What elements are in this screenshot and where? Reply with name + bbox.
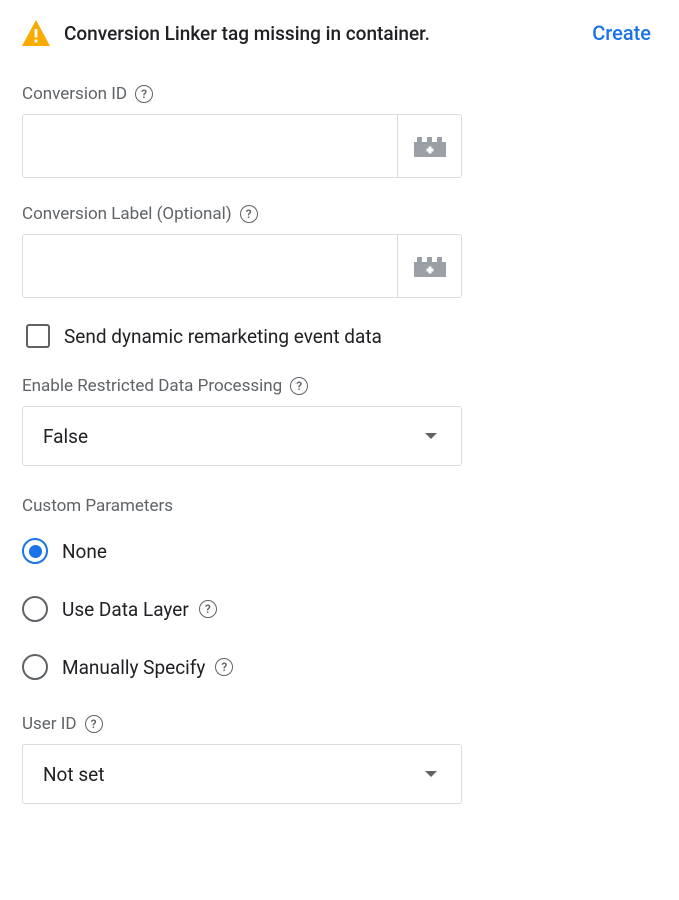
remarketing-checkbox-row: Send dynamic remarketing event data bbox=[26, 324, 657, 348]
conversion-label-label: Conversion Label (Optional) bbox=[22, 204, 232, 224]
radio-none[interactable] bbox=[22, 538, 48, 564]
conversion-id-input[interactable] bbox=[23, 115, 397, 177]
conversion-id-label-row: Conversion ID ? bbox=[22, 84, 657, 104]
help-icon[interactable]: ? bbox=[290, 377, 308, 395]
radio-option-none: None bbox=[22, 538, 657, 564]
restricted-data-label: Enable Restricted Data Processing bbox=[22, 376, 282, 396]
help-icon[interactable]: ? bbox=[240, 205, 258, 223]
remarketing-checkbox-label: Send dynamic remarketing event data bbox=[64, 325, 382, 348]
radio-manual[interactable] bbox=[22, 654, 48, 680]
conversion-label-field: Conversion Label (Optional) ? bbox=[22, 204, 657, 298]
radio-option-data-layer: Use Data Layer ? bbox=[22, 596, 657, 622]
user-id-select[interactable]: Not set bbox=[22, 744, 462, 804]
help-icon[interactable]: ? bbox=[215, 658, 233, 676]
user-id-field: User ID ? Not set bbox=[22, 714, 657, 804]
alert-message: Conversion Linker tag missing in contain… bbox=[22, 20, 430, 46]
chevron-down-icon bbox=[425, 771, 437, 777]
variable-icon bbox=[413, 135, 447, 157]
user-id-value: Not set bbox=[43, 763, 104, 786]
custom-parameters-title: Custom Parameters bbox=[22, 496, 657, 516]
restricted-data-value: False bbox=[43, 425, 88, 448]
user-id-label: User ID bbox=[22, 714, 77, 734]
restricted-data-field: Enable Restricted Data Processing ? Fals… bbox=[22, 376, 657, 466]
conversion-id-input-row bbox=[22, 114, 462, 178]
help-icon[interactable]: ? bbox=[135, 85, 153, 103]
help-icon[interactable]: ? bbox=[199, 600, 217, 618]
radio-data-layer[interactable] bbox=[22, 596, 48, 622]
conversion-id-field: Conversion ID ? bbox=[22, 84, 657, 178]
alert-text: Conversion Linker tag missing in contain… bbox=[64, 22, 430, 45]
remarketing-checkbox[interactable] bbox=[26, 324, 50, 348]
conversion-label-label-row: Conversion Label (Optional) ? bbox=[22, 204, 657, 224]
variable-picker-button[interactable] bbox=[397, 235, 461, 297]
radio-data-layer-label: Use Data Layer ? bbox=[62, 598, 217, 621]
help-icon[interactable]: ? bbox=[85, 715, 103, 733]
alert-banner: Conversion Linker tag missing in contain… bbox=[22, 20, 657, 46]
warning-icon bbox=[22, 20, 50, 46]
conversion-label-input[interactable] bbox=[23, 235, 397, 297]
conversion-label-input-row bbox=[22, 234, 462, 298]
radio-manual-label: Manually Specify ? bbox=[62, 656, 233, 679]
variable-picker-button[interactable] bbox=[397, 115, 461, 177]
restricted-data-label-row: Enable Restricted Data Processing ? bbox=[22, 376, 657, 396]
create-link[interactable]: Create bbox=[592, 21, 657, 45]
conversion-id-label: Conversion ID bbox=[22, 84, 127, 104]
chevron-down-icon bbox=[425, 433, 437, 439]
custom-parameters-radio-group: None Use Data Layer ? Manually Specify ? bbox=[22, 538, 657, 680]
variable-icon bbox=[413, 255, 447, 277]
restricted-data-select[interactable]: False bbox=[22, 406, 462, 466]
radio-option-manual: Manually Specify ? bbox=[22, 654, 657, 680]
radio-none-label: None bbox=[62, 540, 107, 563]
user-id-label-row: User ID ? bbox=[22, 714, 657, 734]
